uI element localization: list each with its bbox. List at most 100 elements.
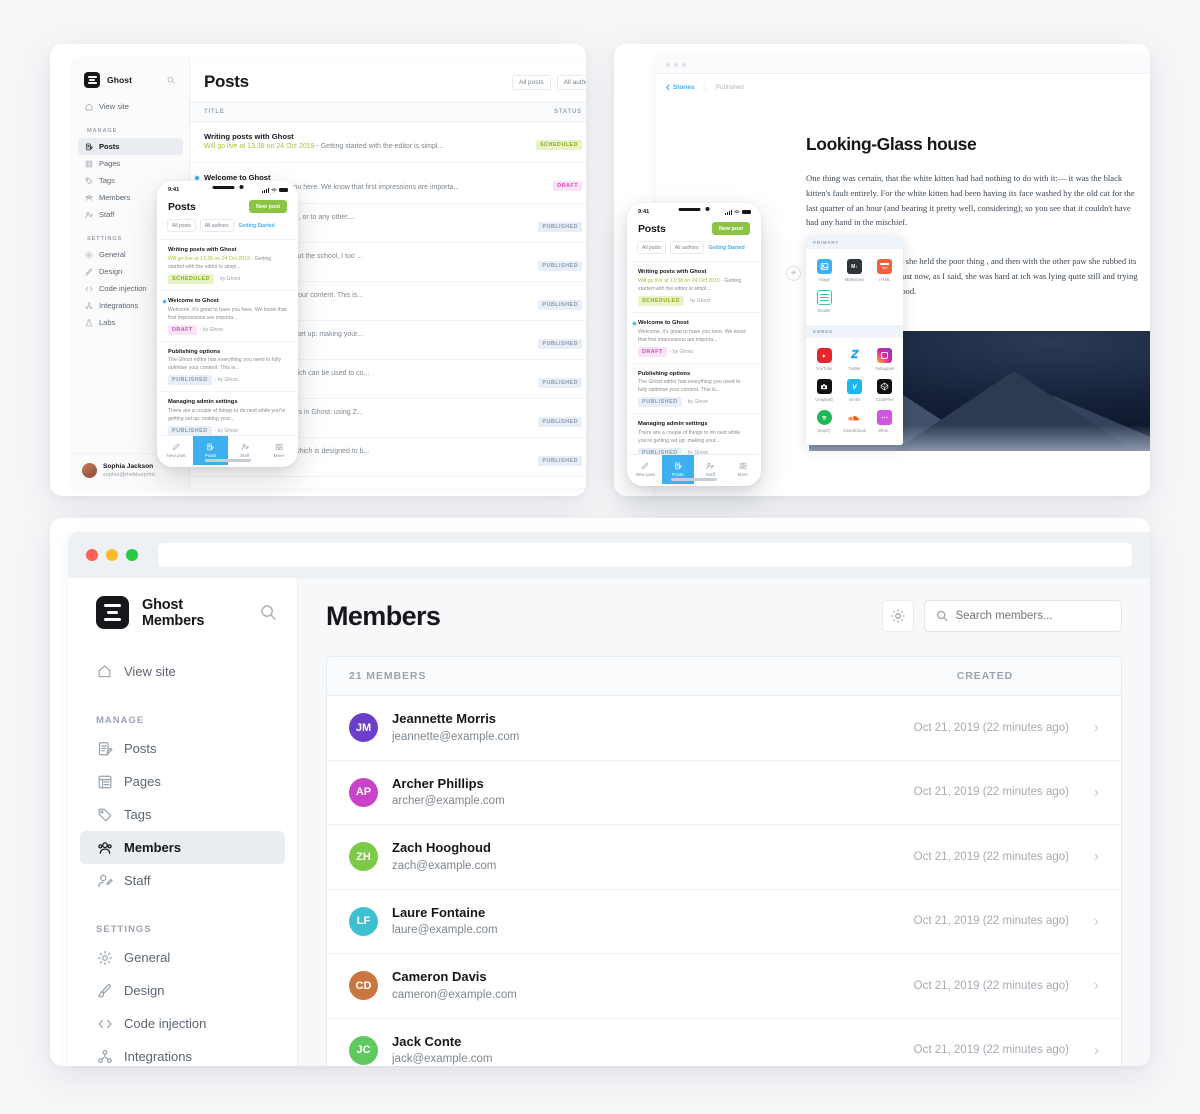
sidebar-item-posts[interactable]: Posts (78, 138, 183, 155)
sidebar-item-staff[interactable]: Staff (80, 864, 285, 897)
card-menu-item-divider[interactable]: Divider (809, 286, 839, 317)
card-menu-item-vimeo[interactable]: v Vimeo (839, 375, 869, 406)
post-title: Welcome to Ghost (638, 319, 689, 326)
post-status-cell: DRAFT (553, 172, 582, 192)
member-created: Oct 21, 2019 (22 minutes ago) (914, 851, 1069, 863)
list-item[interactable]: Welcome to Ghost Welcome, it's great to h… (159, 291, 296, 342)
card-menu-item-twitter[interactable]: 𝒁 Twitter (839, 344, 869, 375)
table-row[interactable]: CD Cameron Davis cameron@example.com Oct 21… (327, 954, 1121, 1019)
list-item[interactable]: Publishing options The Ghost editor has e… (159, 342, 296, 393)
card-menu-item-soundcloud[interactable]: SoundCloud (839, 406, 869, 437)
table-row[interactable]: Writing posts with Ghost Will go live at … (190, 122, 586, 163)
search-members-box[interactable] (924, 600, 1122, 632)
pencil-icon (641, 462, 649, 470)
filter-all-posts[interactable]: All posts (167, 219, 196, 232)
sidebar-item-label: View site (124, 664, 176, 679)
sidebar-item-general[interactable]: General (80, 941, 285, 974)
card-menu-item-html[interactable]: </> HTML (870, 255, 900, 286)
card-menu-item-label: Markdown (844, 277, 865, 282)
filter-all-authors[interactable]: All authors (199, 219, 234, 232)
sidebar-group-label: MANAGE (96, 714, 145, 725)
chevron-right-icon[interactable]: › (1069, 913, 1099, 930)
sidebar-item-tags[interactable]: Tags (80, 798, 285, 831)
member-name: Cameron Davis (392, 969, 487, 985)
table-row[interactable]: LF Laure Fontaine laure@example.com Oct 21,… (327, 890, 1121, 955)
tab-more[interactable]: More (262, 436, 296, 465)
sidebar-item-code-injection[interactable]: Code injection (80, 1007, 285, 1040)
new-post-button[interactable]: New post (249, 200, 287, 213)
table-row[interactable]: JM Jeannette Morris jeannette@example.com O… (327, 696, 1121, 761)
status-badge: PUBLISHED (538, 377, 582, 388)
status-badge: SCHEDULED (535, 140, 582, 150)
card-menu-item-codepen[interactable]: CodePen (870, 375, 900, 406)
post-excerpt: Will go live at 13:38 on 24 Oct 2019 - G… (204, 142, 443, 153)
add-card-button[interactable]: + (786, 266, 801, 281)
chevron-left-icon (666, 83, 670, 91)
list-item[interactable]: Writing posts with Ghost Will go live at … (629, 262, 759, 313)
gear-icon[interactable] (882, 600, 914, 632)
card-menu-item-unsplash[interactable]: Unsplash (809, 375, 839, 406)
card-menu-item-markdown[interactable]: M↓ Markdown (839, 255, 869, 286)
chevron-right-icon[interactable]: › (1069, 719, 1099, 736)
tab-more[interactable]: More (727, 455, 760, 484)
maximize-button-icon[interactable] (126, 549, 138, 561)
sidebar-item-view-site[interactable]: View site (78, 98, 183, 115)
post-status-cell: SCHEDULED (535, 131, 582, 151)
chevron-right-icon[interactable]: › (1069, 848, 1099, 865)
table-row[interactable]: JC Jack Conte jack@example.com Oct 21, 2019… (327, 1019, 1121, 1066)
filter-getting-started[interactable]: Getting Started (707, 242, 746, 253)
search-icon[interactable] (167, 76, 175, 84)
post-status-cell: PUBLISHED (538, 447, 582, 467)
close-button-icon[interactable] (86, 549, 98, 561)
post-author: - by Ghost (687, 297, 711, 304)
card-menu-item-instagram[interactable]: Instagram (870, 344, 900, 375)
breadcrumb-back-link[interactable]: Stories (666, 84, 695, 91)
document-title[interactable]: Looking-Glass house (806, 134, 1150, 155)
members-brand-label: Ghost Members (142, 596, 205, 629)
list-item[interactable]: Writing posts with Ghost Will go live at … (159, 240, 296, 291)
filter-all-posts[interactable]: All posts (637, 241, 666, 254)
chevron-right-icon[interactable]: › (1069, 977, 1099, 994)
member-created: Oct 21, 2019 (22 minutes ago) (914, 915, 1069, 927)
sidebar-item-label: General (99, 250, 126, 259)
card-menu-item-spotify[interactable]: Spotify (809, 406, 839, 437)
filter-getting-started[interactable]: Getting Started (237, 220, 276, 231)
search-input[interactable] (955, 610, 1110, 622)
card-menu-item-label: CodePen (876, 397, 894, 402)
member-email: zach@example.com (392, 859, 497, 872)
address-bar[interactable] (158, 543, 1132, 567)
sidebar-item-integrations[interactable]: Integrations (80, 1040, 285, 1066)
tab-new-post[interactable]: New post (159, 436, 193, 465)
search-icon[interactable] (260, 604, 277, 621)
minimize-button-icon[interactable] (106, 549, 118, 561)
sidebar-item-posts[interactable]: Posts (80, 732, 285, 765)
filter-all-authors[interactable]: All authors (556, 74, 586, 90)
posts-table-header: TITLE STATUS (190, 102, 586, 122)
new-post-button[interactable]: New post (712, 222, 750, 235)
sidebar-item-members[interactable]: Members (80, 831, 285, 864)
card-menu-item-youtube[interactable]: YouTube (809, 344, 839, 375)
screenshot-stage: Ghost View site MANAGE Posts Pages Tags Memb… (0, 0, 1200, 1114)
table-row[interactable]: AP Archer Phillips archer@example.com Oct 2… (327, 761, 1121, 826)
chevron-right-icon[interactable]: › (1069, 1042, 1099, 1059)
sidebar-item-view-site[interactable]: View site (80, 655, 285, 688)
list-item[interactable]: Welcome to Ghost Welcome, it's great to h… (629, 313, 759, 364)
card-menu-item-image[interactable]: Image (809, 255, 839, 286)
traffic-lights[interactable] (86, 549, 138, 561)
filter-all-posts[interactable]: All posts (512, 74, 551, 90)
status-time: 9:41 (638, 209, 650, 215)
sidebar-item-pages[interactable]: Pages (80, 765, 285, 798)
filter-all-authors[interactable]: All authors (669, 241, 704, 254)
document-paragraph-1[interactable]: One thing was certain, that the white ki… (806, 171, 1144, 230)
sidebar-item-design[interactable]: Design (80, 974, 285, 1007)
table-row[interactable]: ZH Zach Hooghoud zach@example.com Oct 21, 2… (327, 825, 1121, 890)
sidebar-item-pages[interactable]: Pages (78, 155, 183, 172)
card-menu-item-other[interactable]: ⋯ Other... (870, 406, 900, 437)
chevron-right-icon[interactable]: › (1069, 784, 1099, 801)
card-menu-item-label: HTML (879, 277, 891, 282)
tab-label: Posts (204, 453, 217, 458)
staff-icon (96, 872, 113, 889)
list-item[interactable]: Publishing options The Ghost editor has e… (629, 364, 759, 415)
tab-new-post[interactable]: New post (629, 455, 662, 484)
card-menu[interactable]: PRIMARY Image M↓ Markdown </> HTML Divider EM… (806, 236, 903, 445)
